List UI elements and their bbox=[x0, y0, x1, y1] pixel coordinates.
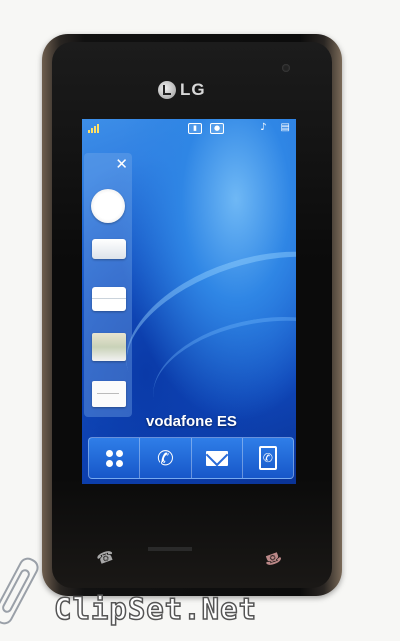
dock-bar: ✆ ✆ bbox=[88, 437, 294, 479]
watermark-logo: ClipSet.Net bbox=[53, 591, 258, 627]
photo-widget[interactable] bbox=[92, 333, 126, 361]
video-icon: ▮ bbox=[188, 122, 203, 134]
lg-logo-icon bbox=[158, 81, 176, 99]
close-icon[interactable]: ✕ bbox=[115, 157, 128, 172]
clock-widget[interactable] bbox=[91, 189, 125, 223]
calendar-widget[interactable] bbox=[92, 239, 126, 259]
memo-widget[interactable] bbox=[92, 381, 126, 407]
widget-panel: ✕ bbox=[84, 153, 132, 417]
signal-icon bbox=[88, 123, 102, 133]
music-icon: ♪ bbox=[260, 122, 267, 133]
menu-icon bbox=[105, 449, 123, 467]
message-button[interactable] bbox=[192, 438, 243, 478]
phone-icon: ✆ bbox=[156, 446, 174, 470]
menu-button[interactable] bbox=[89, 438, 141, 478]
front-camera-icon bbox=[282, 64, 290, 72]
paperclip-icon bbox=[0, 554, 42, 628]
contacts-button[interactable]: ✆ bbox=[243, 438, 293, 478]
brand-logo: LG bbox=[158, 80, 206, 100]
contacts-icon: ✆ bbox=[258, 446, 277, 470]
notes-widget[interactable] bbox=[92, 287, 126, 311]
touch-screen[interactable]: ▮ ● ♪ ▤ ✕ vodafone ES ✆ ✆ bbox=[82, 119, 296, 484]
phone-button[interactable]: ✆ bbox=[140, 438, 192, 478]
operator-name: vodafone ES bbox=[146, 413, 237, 430]
message-icon bbox=[205, 450, 228, 466]
status-bar: ▮ ● ♪ ▤ bbox=[82, 119, 296, 137]
speaker-grille bbox=[148, 547, 192, 551]
brand-name: LG bbox=[180, 80, 206, 99]
battery-icon: ▤ bbox=[280, 122, 290, 133]
camera-icon: ● bbox=[210, 122, 225, 134]
